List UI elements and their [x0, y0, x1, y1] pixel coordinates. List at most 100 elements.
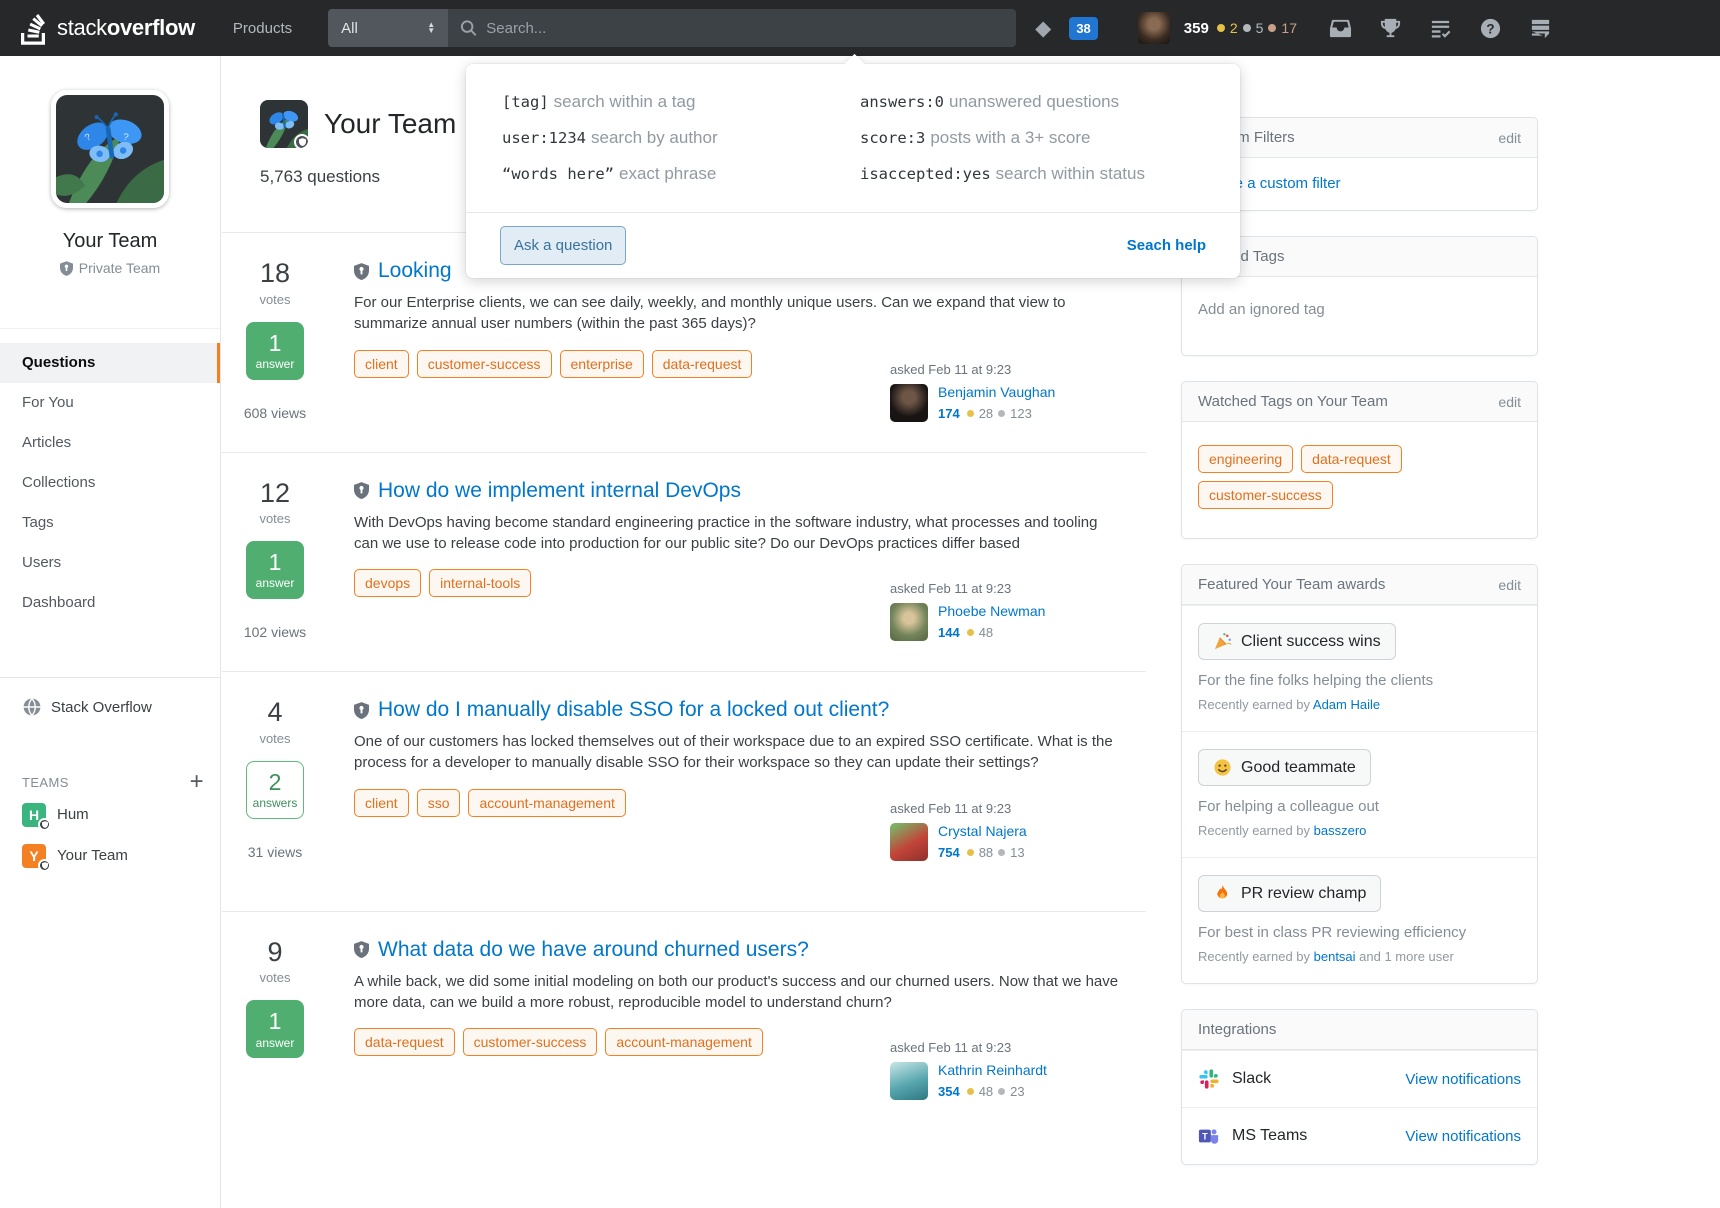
add-team-button[interactable]: + [190, 770, 204, 794]
inbox-icon[interactable] [1329, 17, 1352, 40]
author-rep: 754 88 13 [938, 845, 1027, 860]
view-notifications-link[interactable]: View notifications [1405, 1071, 1521, 1088]
silver-badge-icon [998, 410, 1005, 417]
trophy-icon[interactable] [1379, 17, 1402, 40]
tag[interactable]: devops [354, 569, 421, 597]
earned-user-link[interactable]: Adam Haile [1313, 697, 1380, 712]
sidebar-item-articles[interactable]: Articles [0, 423, 220, 463]
edit-custom-filters-link[interactable]: edit [1498, 130, 1521, 146]
asked-time: asked Feb 11 at 9:23 [890, 581, 1146, 596]
edit-awards-link[interactable]: edit [1498, 577, 1521, 593]
sidebar-team-your-team[interactable]: Y Your Team [0, 835, 220, 876]
globe-icon [22, 697, 42, 717]
search-tips-popup: [tag]search within a tag answers:0unansw… [466, 64, 1240, 278]
sidebar-team-hum[interactable]: H Hum [0, 794, 220, 835]
question-link[interactable]: Looking [378, 259, 452, 283]
silver-badge-count: 5 [1256, 20, 1264, 36]
question-link[interactable]: What data do we have around churned user… [378, 938, 809, 962]
award-pr-review-champ[interactable]: PR review champ [1198, 875, 1381, 912]
tag[interactable]: account-management [468, 789, 625, 817]
search-help-link[interactable]: Seach help [1127, 237, 1206, 254]
author-name[interactable]: Crystal Najera [938, 823, 1027, 839]
private-shield-icon [38, 859, 51, 872]
award-client-success-wins[interactable]: Client success wins [1198, 623, 1396, 660]
tag[interactable]: sso [417, 789, 461, 817]
add-ignored-tag-input[interactable]: Add an ignored tag [1198, 301, 1325, 318]
author-avatar[interactable] [890, 1062, 928, 1100]
question-row: 9 votes 1 answer What data do we have ar… [222, 912, 1146, 1131]
search-tip: isaccepted:yessearch within status [860, 164, 1204, 184]
stack-overflow-logo[interactable]: stackoverflow [0, 0, 207, 56]
integration-slack-row: Slack View notifications [1182, 1050, 1537, 1107]
mod-count-badge[interactable]: 38 [1069, 17, 1097, 40]
award-description: For best in class PR reviewing efficienc… [1198, 924, 1521, 941]
search-scope-select[interactable]: All ▲▼ [328, 9, 448, 47]
author-avatar[interactable] [890, 603, 928, 641]
search-tip: user:1234search by author [502, 128, 846, 148]
view-notifications-link[interactable]: View notifications [1405, 1128, 1521, 1145]
question-title: How do we implement internal DevOps [354, 479, 1146, 503]
ask-question-button[interactable]: Ask a question [500, 226, 626, 265]
tag[interactable]: customer-success [417, 350, 552, 378]
question-stats: 18 votes 1 answer 608 views [222, 259, 328, 422]
select-arrows-icon: ▲▼ [427, 22, 435, 35]
tag[interactable]: customer-success [463, 1028, 598, 1056]
search-input[interactable] [486, 20, 1004, 37]
svg-text:?: ? [1486, 21, 1494, 36]
author-avatar[interactable] [890, 384, 928, 422]
tag[interactable]: data-request [652, 350, 753, 378]
sidebar-item-tags[interactable]: Tags [0, 503, 220, 543]
moderator-diamond-icon[interactable]: ◆ [1035, 18, 1051, 39]
tag[interactable]: data-request [354, 1028, 455, 1056]
card-title: Integrations [1198, 1021, 1276, 1038]
team-avatar-large[interactable]: ? ? [51, 90, 169, 208]
tag[interactable]: client [354, 350, 409, 378]
answer-count-box: 1 answer [246, 1000, 304, 1058]
stack-exchange-icon[interactable] [1529, 17, 1552, 40]
earned-user-link[interactable]: basszero [1314, 823, 1367, 838]
ms-teams-icon: T [1198, 1125, 1220, 1147]
team-privacy: Private Team [0, 260, 220, 276]
question-stats: 9 votes 1 answer [222, 938, 328, 1101]
vote-count: 12 [260, 479, 290, 509]
sidebar-item-dashboard[interactable]: Dashboard [0, 583, 220, 623]
sidebar-item-for-you[interactable]: For You [0, 383, 220, 423]
sidebar-item-collections[interactable]: Collections [0, 463, 220, 503]
question-row: 4 votes 2 answers 31 views How do I manu… [222, 672, 1146, 912]
team-avatar-small [260, 100, 308, 148]
tag[interactable]: internal-tools [429, 569, 531, 597]
edit-watched-tags-link[interactable]: edit [1498, 394, 1521, 410]
tag[interactable]: data-request [1301, 445, 1402, 473]
user-avatar[interactable] [1138, 12, 1170, 44]
featured-awards-card: Featured Your Team awards edit Client su… [1181, 564, 1538, 984]
help-icon[interactable]: ? [1479, 17, 1502, 40]
private-shield-icon [294, 134, 308, 148]
tag[interactable]: account-management [605, 1028, 762, 1056]
gold-badge-icon [967, 629, 974, 636]
products-menu[interactable]: Products [221, 20, 304, 37]
question-link[interactable]: How do I manually disable SSO for a lock… [378, 698, 889, 722]
author-name[interactable]: Kathrin Reinhardt [938, 1062, 1047, 1078]
silver-badge-icon [1243, 24, 1251, 32]
search-box [448, 9, 1016, 47]
tag[interactable]: enterprise [560, 350, 644, 378]
sidebar-item-users[interactable]: Users [0, 543, 220, 583]
author-avatar[interactable] [890, 823, 928, 861]
sidebar-item-stack-overflow[interactable]: Stack Overflow [0, 678, 220, 736]
tag[interactable]: customer-success [1198, 481, 1333, 509]
butterfly-team-logo: ? ? [56, 95, 164, 203]
earned-user-link[interactable]: bentsai [1314, 949, 1356, 964]
reputation-group[interactable]: 359 2 5 17 [1184, 20, 1297, 37]
award-good-teammate[interactable]: Good teammate [1198, 749, 1371, 786]
author-name[interactable]: Phoebe Newman [938, 603, 1045, 619]
sidebar-item-questions[interactable]: Questions [0, 343, 220, 383]
topbar-right-cluster: ◆ 38 359 2 5 17 ? [1035, 12, 1552, 44]
tag[interactable]: engineering [1198, 445, 1293, 473]
topbar-icons: ? [1329, 17, 1552, 40]
author-name[interactable]: Benjamin Vaughan [938, 384, 1055, 400]
question-link[interactable]: How do we implement internal DevOps [378, 479, 741, 503]
tag[interactable]: client [354, 789, 409, 817]
review-queue-icon[interactable] [1429, 17, 1452, 40]
award-item: Good teammate For helping a colleague ou… [1182, 731, 1537, 857]
answer-count-box: 1 answer [246, 322, 304, 380]
